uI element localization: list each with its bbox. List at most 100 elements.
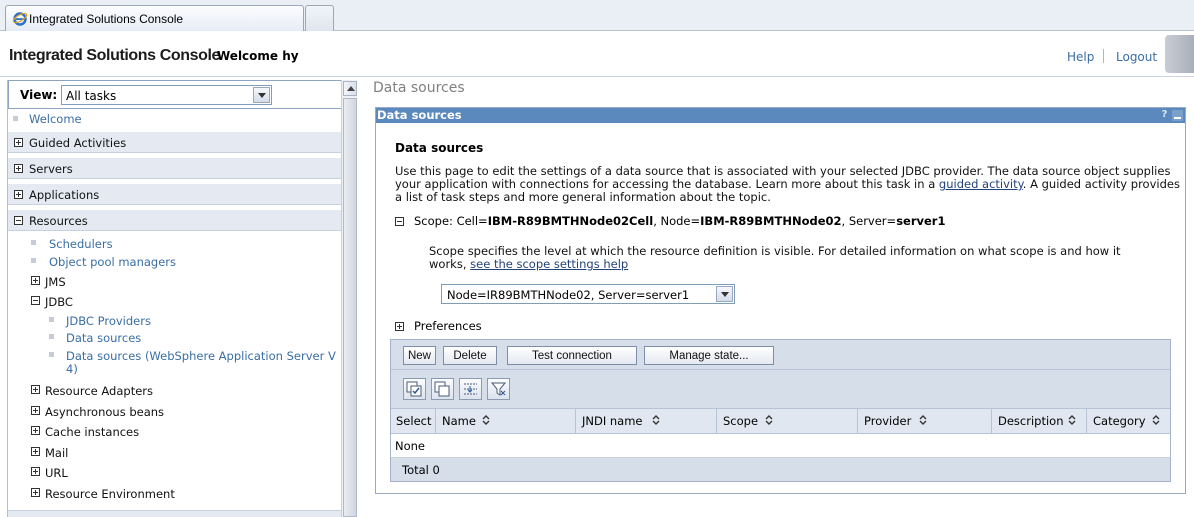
nav-category-servers[interactable]: Servers: [8, 158, 341, 179]
chevron-down-icon[interactable]: [253, 87, 270, 103]
nav-category-guided-activities[interactable]: Guided Activities: [8, 132, 341, 153]
expand-icon[interactable]: [14, 138, 23, 147]
page-description: Use this page to edit the settings of a …: [395, 165, 1185, 204]
column-label: JNDI name: [582, 414, 643, 428]
expand-icon[interactable]: [14, 164, 23, 173]
nav-category-label: Resources: [29, 214, 88, 228]
scroll-up-arrow-icon[interactable]: [343, 81, 357, 96]
show-filter-icon[interactable]: [459, 378, 482, 400]
deselect-all-icon[interactable]: [431, 378, 454, 400]
nav-scrollbar[interactable]: [341, 80, 357, 517]
expand-icon[interactable]: [31, 426, 40, 435]
nav-node-cache-instances[interactable]: Cache instances: [45, 425, 139, 439]
view-select-value: All tasks: [66, 89, 117, 103]
nav-node-resource-environment[interactable]: Resource Environment: [45, 487, 175, 501]
banner-decoration: [1165, 35, 1194, 73]
scope-settings-help-link[interactable]: see the scope settings help: [470, 257, 628, 271]
table-row: None: [391, 434, 1170, 458]
column-label: Scope: [723, 414, 759, 428]
expand-icon[interactable]: [31, 385, 40, 394]
table-button-bar: New Delete Test connection Manage state.…: [391, 340, 1170, 370]
nav-link-schedulers[interactable]: Schedulers: [49, 237, 113, 251]
logout-link[interactable]: Logout: [1116, 50, 1157, 64]
scope-server-value: server1: [896, 214, 946, 228]
scope-select[interactable]: Node=IR89BMTHNode02, Server=server1: [441, 284, 735, 304]
nav-link-object-pool-managers[interactable]: Object pool managers: [49, 255, 176, 269]
column-header-scope[interactable]: Scope: [717, 409, 858, 433]
browser-tab-title: Integrated Solutions Console: [29, 12, 184, 26]
panel-header: Data sources ?: [376, 108, 1185, 123]
expand-icon[interactable]: [31, 447, 40, 456]
sort-icon[interactable]: [918, 413, 928, 427]
preferences-label[interactable]: Preferences: [414, 319, 482, 333]
sort-icon[interactable]: [1151, 413, 1161, 427]
clear-filter-icon[interactable]: [487, 378, 510, 400]
sort-icon[interactable]: [481, 413, 491, 427]
panel-title: Data sources: [377, 108, 462, 122]
nav-node-url[interactable]: URL: [45, 466, 68, 480]
page-title: Data sources: [373, 80, 465, 96]
select-all-icon[interactable]: [403, 378, 426, 400]
column-header-description[interactable]: Description: [992, 409, 1087, 433]
bullet-icon: [49, 334, 54, 339]
new-button[interactable]: New: [403, 346, 436, 365]
nav-link-data-sources-v4-cont[interactable]: 4): [66, 362, 78, 376]
nav-node-mail[interactable]: Mail: [45, 446, 68, 460]
collapse-icon[interactable]: [395, 217, 404, 226]
sort-icon[interactable]: [651, 413, 661, 427]
nav-link-data-sources-v4[interactable]: Data sources (WebSphere Application Serv…: [66, 349, 336, 363]
data-sources-panel: Data sources ? Data sources Use this pag…: [375, 107, 1186, 494]
nav-node-jms[interactable]: JMS: [45, 275, 66, 289]
column-label: Description: [998, 414, 1064, 428]
scope-node-value: IBM-R89BMTHNode02: [700, 214, 842, 228]
data-sources-table: New Delete Test connection Manage state.…: [390, 339, 1171, 482]
delete-button[interactable]: Delete: [443, 346, 497, 365]
guided-activity-link[interactable]: guided activity: [939, 177, 1023, 191]
minimize-icon[interactable]: [1172, 110, 1183, 121]
browser-tab-active[interactable]: Integrated Solutions Console: [5, 5, 304, 31]
column-header-jndi-name[interactable]: JNDI name: [576, 409, 717, 433]
test-connection-button[interactable]: Test connection: [507, 346, 637, 365]
chevron-down-icon[interactable]: [716, 286, 733, 302]
manage-state-button[interactable]: Manage state...: [644, 346, 774, 365]
nav-node-resource-adapters[interactable]: Resource Adapters: [45, 384, 153, 398]
collapse-icon[interactable]: [14, 216, 23, 225]
nav-node-asynchronous-beans[interactable]: Asynchronous beans: [45, 405, 164, 419]
nav-link-welcome[interactable]: Welcome: [29, 112, 82, 126]
table-icon-bar: [391, 370, 1170, 409]
column-header-provider[interactable]: Provider: [858, 409, 992, 433]
new-tab-button[interactable]: [305, 5, 334, 31]
sort-icon[interactable]: [1067, 413, 1077, 427]
expand-icon[interactable]: [31, 406, 40, 415]
table-header-row: Select Name JNDI name Scope Provider Des…: [391, 409, 1170, 434]
scroll-thumb[interactable]: [343, 98, 357, 517]
scope-text: Scope: Cell=IBM-R89BMTHNode02Cell, Node=…: [414, 214, 945, 228]
expand-icon[interactable]: [31, 488, 40, 497]
nav-link-data-sources[interactable]: Data sources: [66, 331, 141, 345]
view-filter-bar: View: All tasks: [8, 80, 341, 109]
help-link[interactable]: Help: [1067, 50, 1094, 64]
section-heading: Data sources: [395, 141, 484, 155]
view-select[interactable]: All tasks: [61, 85, 272, 105]
collapse-icon[interactable]: [31, 296, 40, 305]
nav-category-applications[interactable]: Applications: [8, 184, 341, 205]
expand-icon[interactable]: [31, 467, 40, 476]
nav-node-jdbc[interactable]: JDBC: [45, 295, 73, 309]
expand-icon[interactable]: [31, 276, 40, 285]
bullet-icon: [31, 240, 36, 245]
nav-link-jdbc-providers[interactable]: JDBC Providers: [66, 314, 151, 328]
nav-category-label: Servers: [29, 162, 73, 176]
nav-category-resources[interactable]: Resources: [8, 210, 341, 231]
scope-server-label: , Server=: [841, 214, 897, 228]
nav-category-label: Guided Activities: [29, 136, 127, 150]
internet-explorer-icon: [12, 12, 28, 26]
bullet-icon: [49, 352, 54, 357]
help-icon[interactable]: ?: [1159, 109, 1170, 121]
preferences-row[interactable]: Preferences: [395, 319, 695, 335]
bullet-icon: [31, 258, 36, 263]
column-header-category[interactable]: Category: [1087, 409, 1170, 433]
expand-icon[interactable]: [395, 322, 404, 331]
column-header-name[interactable]: Name: [436, 409, 576, 433]
sort-icon[interactable]: [764, 413, 774, 427]
expand-icon[interactable]: [14, 190, 23, 199]
